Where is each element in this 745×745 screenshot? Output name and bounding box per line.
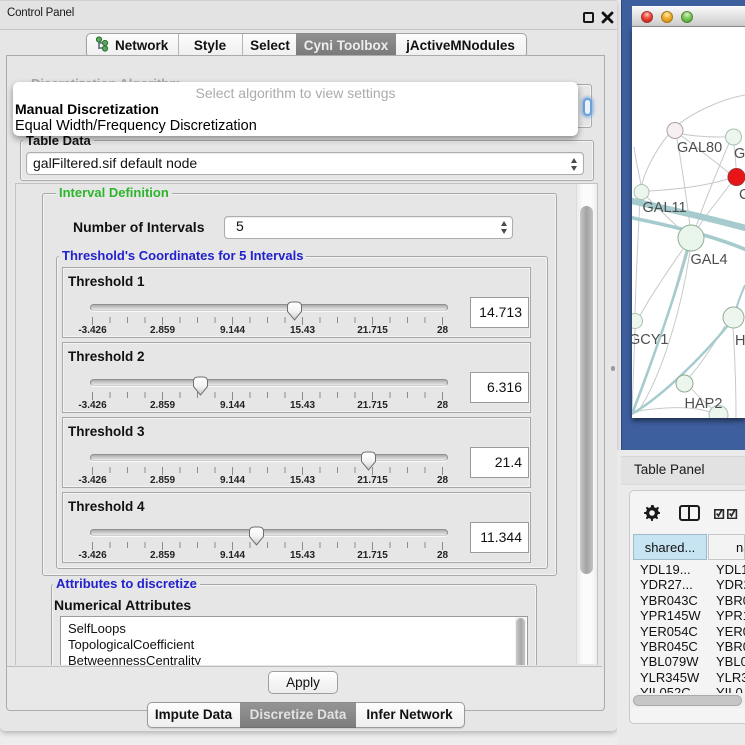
svg-text:GAL11: GAL11 <box>643 200 687 216</box>
svg-text:H: H <box>735 333 745 349</box>
svg-text:GA: GA <box>734 146 745 162</box>
svg-text:GCY1: GCY1 <box>632 332 669 348</box>
svg-text:C: C <box>739 187 745 203</box>
svg-text:GAL4: GAL4 <box>691 252 728 268</box>
svg-text:HAP2: HAP2 <box>685 396 723 412</box>
svg-text:GAL80: GAL80 <box>677 140 722 156</box>
